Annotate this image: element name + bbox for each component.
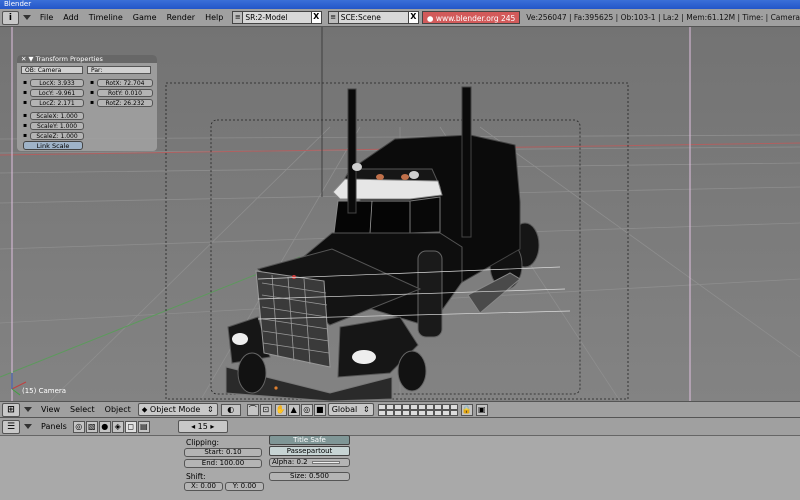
layer-buttons[interactable] <box>377 403 458 416</box>
scale-x-field[interactable]: ScaleX: 1.000 <box>30 112 84 120</box>
logic-context-icon[interactable]: ◎ <box>72 420 85 433</box>
collapse-triangle-icon[interactable] <box>24 424 32 429</box>
3d-view-header: ⊞ View Select Object ⬥ Object Mode ⇕ ◐ ⌒ … <box>0 401 800 418</box>
lock-layers-icon[interactable]: 🔒 <box>460 403 473 416</box>
pivot-point-icon[interactable]: ⊡ <box>259 403 272 416</box>
transform-properties-panel[interactable]: ✕ ▼ Transform Properties OB: Camera Par:… <box>17 55 157 151</box>
collapse-triangle-icon[interactable] <box>24 407 32 412</box>
draw-type-selector[interactable]: ◐ <box>220 403 241 416</box>
rotate-manipulator-icon[interactable]: ◎ <box>300 403 313 416</box>
buttons-header: ☰ Panels ◎ ▧ ● ◈ ◻ ▤ ◂ 15 ▸ <box>0 418 800 436</box>
loc-y-field[interactable]: LocY: -9.961 <box>30 89 84 97</box>
render-view-icon[interactable]: ▣ <box>475 403 488 416</box>
orientation-selector[interactable]: Global ⇕ <box>327 403 374 416</box>
passepartout-toggle[interactable]: Passepartout <box>269 446 350 456</box>
scene-context-icon[interactable]: ▤ <box>137 420 150 433</box>
menu-object[interactable]: Object <box>100 402 136 418</box>
clipping-label: Clipping: <box>186 438 220 447</box>
current-frame-field[interactable]: ◂ 15 ▸ <box>177 420 228 433</box>
info-header: i File Add Timeline Game Render Help ≡ S… <box>0 9 800 27</box>
lock-icon[interactable]: ▪ <box>22 132 28 140</box>
rot-z-field[interactable]: RotZ: 26.232 <box>97 99 153 107</box>
title-safe-toggle[interactable]: Title Safe <box>269 435 350 445</box>
dropdown-arrows-icon: ⇕ <box>207 405 214 414</box>
menu-add[interactable]: Add <box>58 10 84 26</box>
link-scale-button[interactable]: Link Scale <box>23 141 83 150</box>
lock-icon[interactable]: ▪ <box>89 89 95 97</box>
rot-x-field[interactable]: RotX: 72.704 <box>97 79 153 87</box>
object-mode-icon: ⬥ <box>141 405 150 414</box>
lock-icon[interactable]: ▪ <box>22 79 28 87</box>
lock-icon[interactable]: ▪ <box>89 79 95 87</box>
scene-name-field[interactable]: SCE:Scene <box>339 12 381 23</box>
shift-label: Shift: <box>186 472 206 481</box>
lock-icon[interactable]: ▪ <box>22 122 28 130</box>
loc-x-field[interactable]: LocX: 3.933 <box>30 79 84 87</box>
passepartout-size-field[interactable]: Size: 0.500 <box>269 472 350 481</box>
scene-delete-button[interactable]: X <box>407 12 418 23</box>
translate-manipulator-icon[interactable]: ▲ <box>287 403 300 416</box>
scale-manipulator-icon[interactable]: ■ <box>313 403 326 416</box>
blender-logo-icon: ● <box>426 14 434 23</box>
window-title: Blender <box>4 0 32 8</box>
scene-stats: Ve:256047 | Fa:395625 | Ob:103-1 | La:2 … <box>526 13 800 22</box>
lock-icon[interactable]: ▪ <box>22 89 28 97</box>
info-window-type-icon[interactable]: i <box>2 10 19 25</box>
rot-y-field[interactable]: RotY: 0.010 <box>97 89 153 97</box>
screen-delete-button[interactable]: X <box>310 12 321 23</box>
shift-x-field[interactable]: X: 0.00 <box>184 482 223 491</box>
lock-icon[interactable]: ▪ <box>22 99 28 107</box>
buttons-window-type-icon[interactable]: ☰ <box>2 419 20 434</box>
menu-view[interactable]: View <box>36 402 65 418</box>
dropdown-arrows-icon: ⇕ <box>363 405 370 414</box>
panel-close-icon[interactable]: ✕ ▼ <box>21 55 36 63</box>
editing-context-icon[interactable]: ◻ <box>124 420 137 433</box>
shading-context-icon[interactable]: ● <box>98 420 111 433</box>
menu-render[interactable]: Render <box>162 10 200 26</box>
manipulator-hand-icon[interactable]: ✋ <box>274 403 287 416</box>
screen-browse-icon[interactable]: ≡ <box>233 12 244 23</box>
menu-help[interactable]: Help <box>200 10 228 26</box>
truck-model <box>225 86 540 401</box>
script-context-icon[interactable]: ▧ <box>85 420 98 433</box>
scene-selector[interactable]: ≡ SCE:Scene X <box>327 11 419 24</box>
blender-url-badge[interactable]: ● www.blender.org 245 <box>421 11 521 24</box>
menu-timeline[interactable]: Timeline <box>84 10 128 26</box>
menu-file[interactable]: File <box>35 10 58 26</box>
window-title-bar: Blender <box>0 0 800 9</box>
frame-increment-icon[interactable]: ▸ <box>208 422 214 431</box>
transform-panel-header[interactable]: ✕ ▼ Transform Properties <box>17 55 157 63</box>
screen-selector[interactable]: ≡ SR:2-Model X <box>232 11 322 24</box>
buttons-window: Clipping: Start: 0.10 End: 100.00 Shift:… <box>0 435 800 500</box>
alpha-slider-track[interactable] <box>311 460 340 464</box>
clip-end-field[interactable]: End: 100.00 <box>184 459 262 468</box>
scale-z-field[interactable]: ScaleZ: 1.000 <box>30 132 84 140</box>
clip-start-field[interactable]: Start: 0.10 <box>184 448 262 457</box>
loc-z-field[interactable]: LocZ: 2.171 <box>30 99 84 107</box>
object-name-field[interactable]: OB: Camera <box>21 66 83 74</box>
menu-select[interactable]: Select <box>65 402 100 418</box>
scale-y-field[interactable]: ScaleY: 1.000 <box>30 122 84 130</box>
mode-selector[interactable]: ⬥ Object Mode ⇕ <box>137 403 218 416</box>
view3d-window-type-icon[interactable]: ⊞ <box>2 402 20 417</box>
lock-icon[interactable]: ▪ <box>89 99 95 107</box>
shift-y-field[interactable]: Y: 0.00 <box>225 482 264 491</box>
parent-field[interactable]: Par: <box>87 66 151 74</box>
menu-game[interactable]: Game <box>128 10 162 26</box>
viewport-object-label: (15) Camera <box>22 387 67 395</box>
scene-browse-icon[interactable]: ≡ <box>328 12 339 23</box>
pivot-icon[interactable]: ⌒ <box>246 403 259 416</box>
collapse-triangle-icon[interactable] <box>22 15 31 20</box>
object-context-icon[interactable]: ◈ <box>111 420 124 433</box>
alpha-slider[interactable]: Alpha: 0.2 <box>269 458 350 467</box>
panels-menu[interactable]: Panels <box>36 419 72 435</box>
3d-viewport[interactable]: ✕ ▼ Transform Properties OB: Camera Par:… <box>0 27 800 401</box>
screen-name-field[interactable]: SR:2-Model <box>243 12 287 23</box>
lock-icon[interactable]: ▪ <box>22 112 28 120</box>
